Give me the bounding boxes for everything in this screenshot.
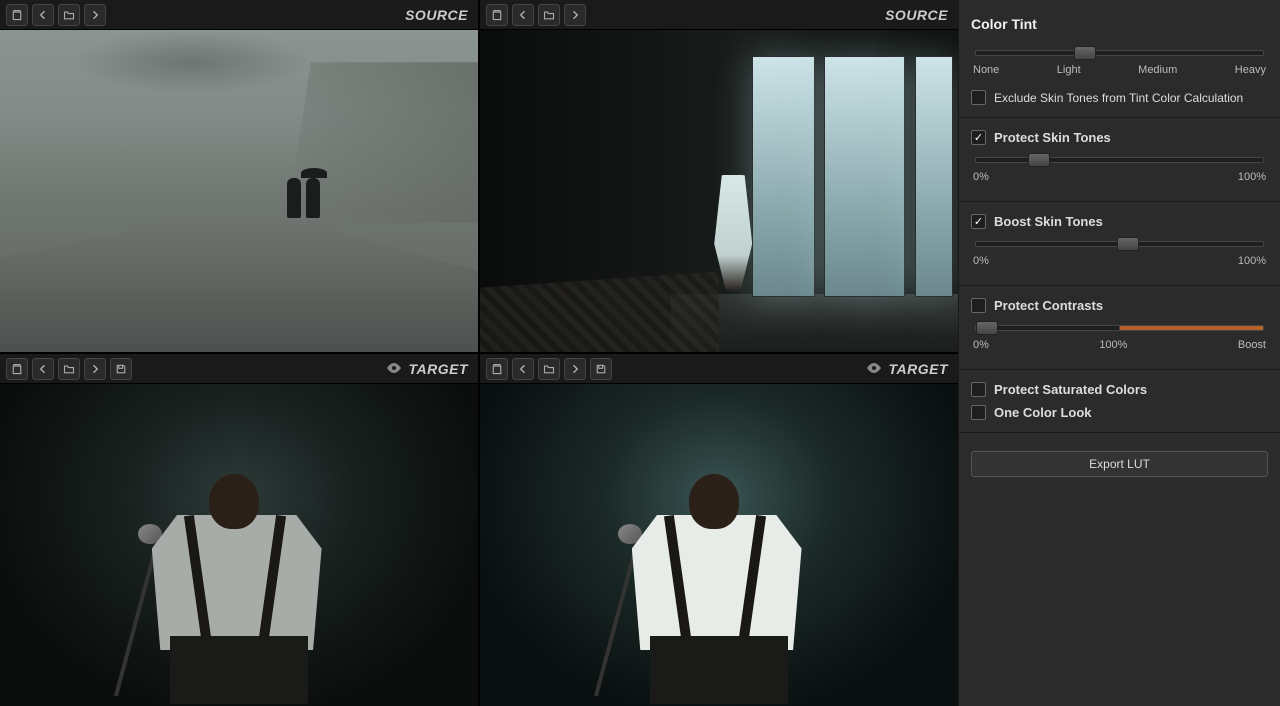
color-tint-slider[interactable] <box>975 50 1264 56</box>
folder-button[interactable] <box>58 4 80 26</box>
next-button[interactable] <box>564 4 586 26</box>
protect-contrasts-slider[interactable] <box>975 325 1264 331</box>
next-button[interactable] <box>84 358 106 380</box>
toolbar-source-b: SOURCE <box>480 0 958 30</box>
image-target-b[interactable] <box>480 384 958 706</box>
color-tint-title: Color Tint <box>971 16 1268 32</box>
protect-contrasts-checkbox[interactable] <box>971 298 986 313</box>
clipboard-button[interactable] <box>486 358 508 380</box>
slider-thumb[interactable] <box>976 321 998 335</box>
folder-button[interactable] <box>538 4 560 26</box>
clipboard-button[interactable] <box>6 4 28 26</box>
panel-label: TARGET <box>386 361 472 377</box>
eye-icon[interactable] <box>386 361 402 377</box>
protect-saturated-row[interactable]: Protect Saturated Colors <box>971 382 1268 397</box>
boost-skin-title: Boost Skin Tones <box>994 214 1103 229</box>
toolbar-source-a: SOURCE <box>0 0 478 30</box>
panel-source-b: SOURCE <box>480 0 958 352</box>
slider-thumb[interactable] <box>1117 237 1139 251</box>
protect-contrasts-row[interactable]: Protect Contrasts <box>971 298 1268 313</box>
panel-source-a: SOURCE <box>0 0 478 352</box>
prev-button[interactable] <box>512 4 534 26</box>
one-color-title: One Color Look <box>994 405 1092 420</box>
prev-button[interactable] <box>32 4 54 26</box>
protect-saturated-title: Protect Saturated Colors <box>994 382 1147 397</box>
next-button[interactable] <box>564 358 586 380</box>
boost-skin-checkbox[interactable]: ✓ <box>971 214 986 229</box>
exclude-skin-row[interactable]: Exclude Skin Tones from Tint Color Calcu… <box>971 90 1268 105</box>
save-button[interactable] <box>110 358 132 380</box>
toolbar-target-b: TARGET <box>480 354 958 384</box>
panel-target-b: TARGET <box>480 354 958 706</box>
exclude-skin-label: Exclude Skin Tones from Tint Color Calcu… <box>994 91 1243 105</box>
panel-label: SOURCE <box>885 7 952 23</box>
protect-skin-row[interactable]: ✓ Protect Skin Tones <box>971 130 1268 145</box>
slider-thumb[interactable] <box>1028 153 1050 167</box>
clipboard-button[interactable] <box>486 4 508 26</box>
folder-button[interactable] <box>538 358 560 380</box>
prev-button[interactable] <box>512 358 534 380</box>
boost-skin-row[interactable]: ✓ Boost Skin Tones <box>971 214 1268 229</box>
protect-skin-title: Protect Skin Tones <box>994 130 1111 145</box>
toolbar-target-a: TARGET <box>0 354 478 384</box>
protect-contrasts-ticks: 0% 100% Boost <box>973 339 1266 351</box>
color-tint-ticks: None Light Medium Heavy <box>973 64 1266 76</box>
protect-saturated-checkbox[interactable] <box>971 382 986 397</box>
slider-thumb[interactable] <box>1074 46 1096 60</box>
folder-button[interactable] <box>58 358 80 380</box>
panel-label: TARGET <box>866 361 952 377</box>
sidebar: Color Tint None Light Medium Heavy Exclu… <box>958 0 1280 706</box>
boost-skin-slider[interactable] <box>975 241 1264 247</box>
eye-icon[interactable] <box>866 361 882 377</box>
boost-skin-ticks: 0% 100% <box>973 255 1266 267</box>
export-lut-button[interactable]: Export LUT <box>971 451 1268 477</box>
one-color-checkbox[interactable] <box>971 405 986 420</box>
image-source-b[interactable] <box>480 30 958 352</box>
one-color-row[interactable]: One Color Look <box>971 405 1268 420</box>
protect-skin-checkbox[interactable]: ✓ <box>971 130 986 145</box>
panel-label: SOURCE <box>405 7 472 23</box>
protect-skin-ticks: 0% 100% <box>973 171 1266 183</box>
protect-skin-slider[interactable] <box>975 157 1264 163</box>
panel-target-a: TARGET <box>0 354 478 706</box>
prev-button[interactable] <box>32 358 54 380</box>
exclude-skin-checkbox[interactable] <box>971 90 986 105</box>
image-source-a[interactable] <box>0 30 478 352</box>
image-target-a[interactable] <box>0 384 478 706</box>
clipboard-button[interactable] <box>6 358 28 380</box>
protect-contrasts-title: Protect Contrasts <box>994 298 1103 313</box>
save-button[interactable] <box>590 358 612 380</box>
next-button[interactable] <box>84 4 106 26</box>
viewer-grid: SOURCE SOURCE <box>0 0 958 706</box>
